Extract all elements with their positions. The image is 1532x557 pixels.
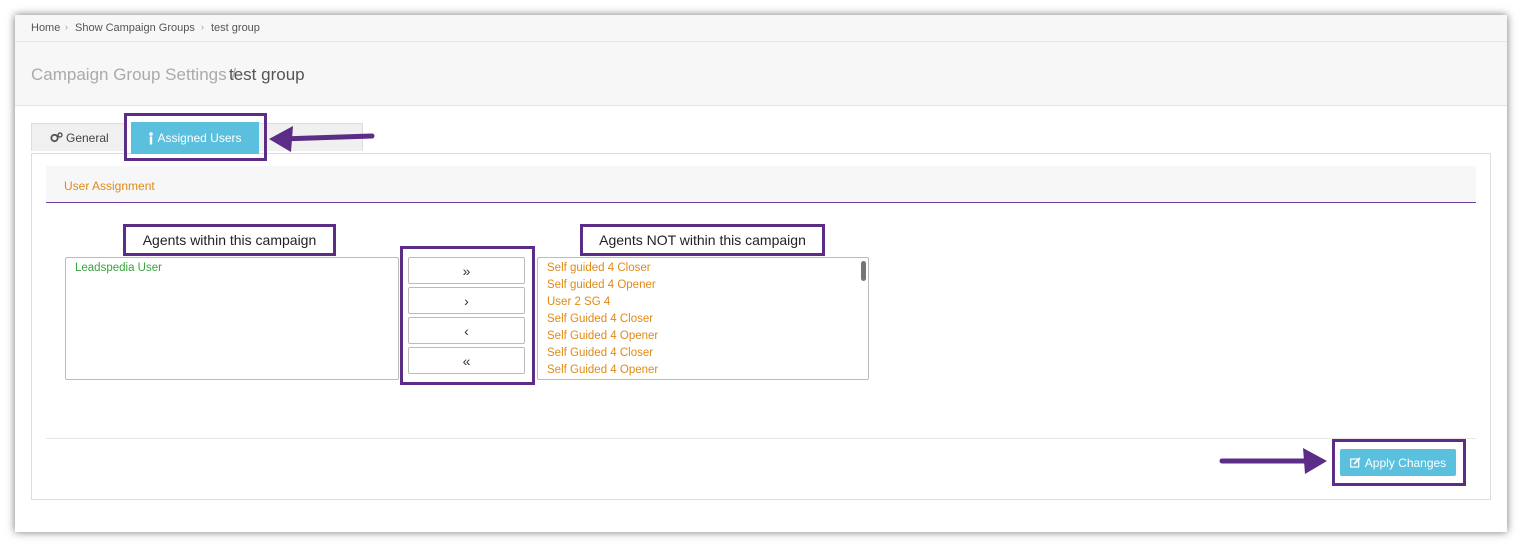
tab-general-label: General: [66, 130, 109, 145]
list-item[interactable]: User 2 SG 4: [538, 294, 868, 311]
move-all-to-left-button[interactable]: »: [408, 257, 525, 284]
page-title-prefix: Campaign Group Settings /: [31, 65, 237, 84]
list-item[interactable]: Self guided 4 Opener: [538, 277, 868, 294]
breadcrumb-separator: ›: [65, 22, 68, 32]
list-item[interactable]: Self Guided 4 Closer: [538, 311, 868, 328]
list-item[interactable]: Self Guided 4 Opener: [538, 362, 868, 379]
apply-changes-label: Apply Changes: [1364, 455, 1447, 470]
footer-divider: [46, 438, 1476, 439]
breadcrumb-separator: ›: [201, 22, 204, 32]
list-item[interactable]: Self Guided 4 Closer: [538, 345, 868, 362]
arrow-to-apply-icon: [1219, 448, 1327, 474]
breadcrumb-current: test group: [211, 22, 260, 34]
tab-assigned-users[interactable]: Assigned Users: [131, 122, 259, 154]
breadcrumb: Home › Show Campaign Groups › test group: [15, 15, 1507, 42]
agents-not-within-list[interactable]: Self guided 4 Closer Self guided 4 Opene…: [537, 257, 869, 380]
tab-assigned-users-label: Assigned Users: [157, 131, 242, 145]
user-icon: [149, 131, 154, 144]
list-item[interactable]: Leadspedia User: [66, 258, 398, 277]
list-item[interactable]: Self guided 4 Closer: [538, 260, 868, 277]
label-agents-not-within: Agents NOT within this campaign: [580, 224, 825, 256]
label-agents-within: Agents within this campaign: [123, 224, 336, 256]
tab-general[interactable]: General: [31, 123, 127, 151]
move-selected-to-left-button[interactable]: ›: [408, 287, 525, 314]
edit-icon: [1349, 457, 1361, 468]
page-title-name: test group: [229, 65, 305, 84]
list-item[interactable]: Self Guided 4 Opener: [538, 328, 868, 345]
breadcrumb-home[interactable]: Home: [31, 22, 60, 34]
app-window: Home › Show Campaign Groups › test group…: [15, 15, 1507, 532]
section-header: User Assignment: [46, 166, 1476, 203]
list-scrollbar[interactable]: [861, 261, 866, 281]
move-all-to-right-button[interactable]: «: [408, 347, 525, 374]
breadcrumb-campaign-groups[interactable]: Show Campaign Groups: [75, 22, 195, 34]
move-selected-to-right-button[interactable]: ‹: [408, 317, 525, 344]
page-header: Campaign Group Settings / test group: [15, 42, 1507, 106]
agents-within-list[interactable]: Leadspedia User: [65, 257, 399, 380]
apply-changes-button[interactable]: Apply Changes: [1340, 449, 1456, 476]
gears-icon: [50, 132, 63, 143]
section-title: User Assignment: [64, 179, 155, 193]
